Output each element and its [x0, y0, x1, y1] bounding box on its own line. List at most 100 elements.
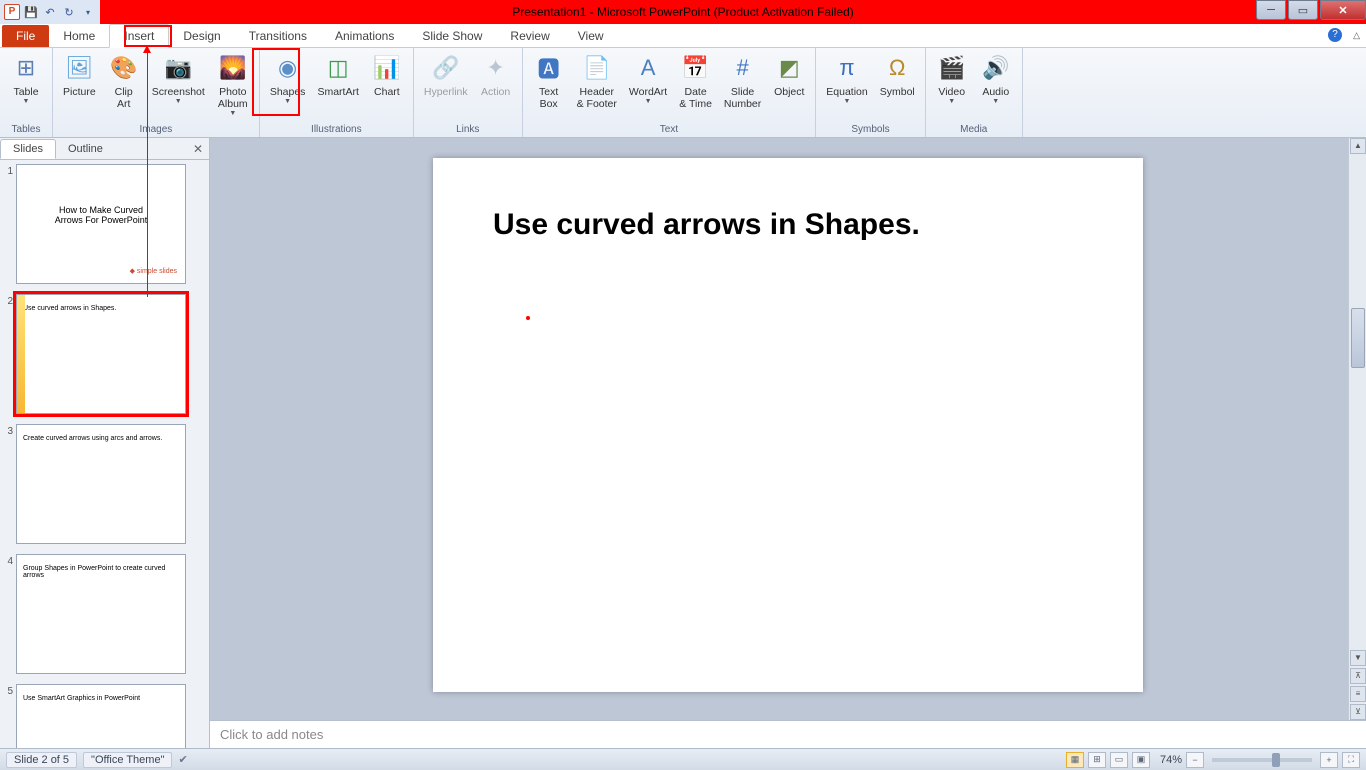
prev-slide-icon[interactable]: ⊼: [1350, 668, 1366, 684]
tab-review[interactable]: Review: [496, 25, 563, 47]
dropdown-icon: ▼: [844, 98, 851, 105]
action-icon: ✦: [480, 52, 512, 84]
spellcheck-icon[interactable]: ✔: [178, 753, 187, 766]
next-slide-icon[interactable]: ⊻: [1350, 704, 1366, 720]
button-label: Picture: [63, 86, 96, 98]
thumb-title: How to Make Curved Arrows For PowerPoint: [23, 205, 179, 225]
nav-menu-icon[interactable]: ≡: [1350, 686, 1366, 702]
zoom-in-button[interactable]: +: [1320, 752, 1338, 768]
button-label: Slide Number: [724, 86, 761, 110]
slide-thumbnail-4[interactable]: Group Shapes in PowerPoint to create cur…: [16, 554, 186, 674]
button-label: Header & Footer: [577, 86, 617, 110]
workspace: Slides Outline ✕ 1How to Make Curved Arr…: [0, 138, 1366, 748]
dropdown-icon: ▼: [229, 110, 236, 117]
tab-view[interactable]: View: [564, 25, 618, 47]
theme-name: "Office Theme": [83, 752, 172, 768]
group-label: Illustrations: [311, 124, 362, 137]
zoom-out-button[interactable]: −: [1186, 752, 1204, 768]
notes-pane[interactable]: Click to add notes: [210, 720, 1366, 748]
photo-album-icon: 🌄: [217, 52, 249, 84]
shapes-button[interactable]: ◉Shapes▼: [266, 50, 310, 124]
slide-number-button[interactable]: #Slide Number: [720, 50, 765, 124]
thumb-number: 1: [2, 164, 16, 177]
reading-view-button[interactable]: ▭: [1110, 752, 1128, 768]
slide-number-icon: #: [727, 52, 759, 84]
minimize-ribbon-icon[interactable]: △: [1353, 30, 1360, 41]
object-button[interactable]: ◩ Object: [769, 50, 809, 124]
file-tab[interactable]: File: [2, 25, 49, 47]
table-icon: ⊞: [10, 52, 42, 84]
clip-art-button[interactable]: 🎨Clip Art: [104, 50, 144, 124]
scroll-up-icon[interactable]: ▲: [1350, 138, 1366, 154]
screenshot-button[interactable]: 📷Screenshot▼: [148, 50, 209, 124]
button-label: WordArt: [629, 86, 667, 98]
equation-button[interactable]: πEquation▼: [822, 50, 871, 124]
scroll-down-icon[interactable]: ▼: [1350, 650, 1366, 666]
zoom-slider-thumb[interactable]: [1272, 753, 1280, 767]
zoom-slider[interactable]: [1212, 758, 1312, 762]
button-label: Action: [481, 86, 510, 98]
fit-window-button[interactable]: ⛶: [1342, 752, 1360, 768]
video-icon: 🎬: [936, 52, 968, 84]
symbol-button[interactable]: ΩSymbol: [876, 50, 919, 124]
slide-thumbnail-2[interactable]: Use curved arrows in Shapes.: [16, 294, 186, 414]
slide-thumbnail-1[interactable]: How to Make Curved Arrows For PowerPoint…: [16, 164, 186, 284]
date---time-button[interactable]: 📅Date & Time: [675, 50, 716, 124]
slide-canvas[interactable]: Use curved arrows in Shapes.: [433, 158, 1143, 692]
slide-thumbnail-5[interactable]: Use SmartArt Graphics in PowerPoint: [16, 684, 186, 748]
slides-tab[interactable]: Slides: [0, 139, 56, 159]
close-button[interactable]: ✕: [1320, 0, 1366, 20]
thumb-number: 5: [2, 684, 16, 697]
redo-icon[interactable]: ↻: [61, 4, 77, 20]
button-label: Text Box: [539, 86, 558, 110]
slide-thumbnail-3[interactable]: Create curved arrows using arcs and arro…: [16, 424, 186, 544]
quick-access-toolbar: P 💾 ↶ ↻ ▾: [0, 0, 100, 24]
group-label: Media: [960, 124, 987, 137]
group-illustrations: ◉Shapes▼◫SmartArt📊Chart Illustrations: [260, 48, 414, 137]
slideshow-view-button[interactable]: ▣: [1132, 752, 1150, 768]
canvas-scroll[interactable]: Use curved arrows in Shapes. ▲ ▼ ⊼ ≡ ⊻: [210, 138, 1366, 720]
tab-slide-show[interactable]: Slide Show: [408, 25, 496, 47]
outline-tab[interactable]: Outline: [56, 140, 115, 158]
audio-button[interactable]: 🔊Audio▼: [976, 50, 1016, 124]
undo-icon[interactable]: ↶: [42, 4, 58, 20]
button-label: SmartArt: [317, 86, 358, 98]
button-label: Symbol: [880, 86, 915, 98]
tab-home[interactable]: Home: [49, 25, 109, 47]
qat-dropdown-icon[interactable]: ▾: [80, 4, 96, 20]
help-icon[interactable]: ?: [1328, 28, 1342, 42]
canvas-area: Use curved arrows in Shapes. ▲ ▼ ⊼ ≡ ⊻ C…: [210, 138, 1366, 748]
table-button[interactable]: ⊞ Table▼: [6, 50, 46, 124]
button-label: Table: [13, 86, 38, 98]
chart-button[interactable]: 📊Chart: [367, 50, 407, 124]
button-label: Audio: [982, 86, 1009, 98]
button-label: Clip Art: [115, 86, 133, 110]
video-button[interactable]: 🎬Video▼: [932, 50, 972, 124]
save-icon[interactable]: 💾: [23, 4, 39, 20]
slide-title[interactable]: Use curved arrows in Shapes.: [493, 208, 1083, 242]
tab-insert[interactable]: Insert: [109, 24, 169, 48]
object-icon: ◩: [773, 52, 805, 84]
text-box-button[interactable]: 🅰Text Box: [529, 50, 569, 124]
picture-button[interactable]: 🖼Picture: [59, 50, 100, 124]
header---footer-icon: 📄: [581, 52, 613, 84]
smartart-button[interactable]: ◫SmartArt: [313, 50, 362, 124]
button-label: Object: [774, 86, 804, 98]
header---footer-button[interactable]: 📄Header & Footer: [573, 50, 621, 124]
title-bar: P 💾 ↶ ↻ ▾ Presentation1 - Microsoft Powe…: [0, 0, 1366, 24]
thumb-title: Group Shapes in PowerPoint to create cur…: [23, 565, 179, 579]
sorter-view-button[interactable]: ⊞: [1088, 752, 1106, 768]
vertical-scrollbar[interactable]: ▲ ▼ ⊼ ≡ ⊻: [1348, 138, 1366, 720]
screenshot-icon: 📷: [162, 52, 194, 84]
tab-transitions[interactable]: Transitions: [235, 25, 321, 47]
photo-album-button[interactable]: 🌄Photo Album▼: [213, 50, 253, 124]
dropdown-icon: ▼: [23, 98, 30, 105]
close-panel-icon[interactable]: ✕: [193, 142, 203, 156]
normal-view-button[interactable]: ▦: [1066, 752, 1084, 768]
tab-design[interactable]: Design: [169, 25, 234, 47]
scroll-thumb[interactable]: [1351, 308, 1365, 368]
tab-animations[interactable]: Animations: [321, 25, 408, 47]
maximize-button[interactable]: ▭: [1288, 0, 1318, 20]
wordart-button[interactable]: AWordArt▼: [625, 50, 671, 124]
minimize-button[interactable]: ─: [1256, 0, 1286, 20]
